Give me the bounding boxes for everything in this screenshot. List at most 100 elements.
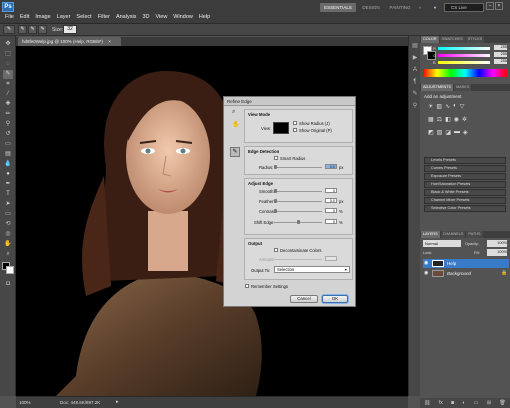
- zoom-icon[interactable]: ⌕: [232, 109, 235, 116]
- delete-layer-icon[interactable]: 🗑: [499, 398, 505, 408]
- gradient-map-icon[interactable]: ▬: [454, 129, 460, 136]
- layer-name-background[interactable]: Background: [447, 269, 471, 278]
- menu-view[interactable]: View: [155, 14, 167, 20]
- menu-window[interactable]: Window: [173, 14, 193, 20]
- layer-row-background[interactable]: ◉ Background 🔒: [423, 269, 509, 278]
- paragraph-panel-icon[interactable]: ¶: [411, 78, 419, 86]
- 3d-orbit-tool-icon[interactable]: ◎: [3, 230, 13, 239]
- character-panel-icon[interactable]: A: [411, 66, 419, 74]
- layer-style-icon[interactable]: fx: [439, 398, 443, 408]
- healing-brush-tool-icon[interactable]: ✚: [3, 100, 13, 109]
- red-slider[interactable]: [438, 47, 490, 50]
- curves-icon[interactable]: ∿: [445, 103, 450, 110]
- menu-select[interactable]: Select: [76, 14, 91, 20]
- amount-field[interactable]: [325, 256, 337, 261]
- black-white-icon[interactable]: ◧: [445, 116, 451, 123]
- new-group-icon[interactable]: ▭: [474, 398, 479, 408]
- menu-edit[interactable]: Edit: [20, 14, 29, 20]
- feather-slider-track[interactable]: [274, 201, 322, 202]
- contrast-slider-track[interactable]: [274, 211, 322, 212]
- shift-edge-slider-thumb[interactable]: [297, 220, 300, 224]
- menu-file[interactable]: File: [5, 14, 14, 20]
- crop-tool-icon[interactable]: ⌗: [3, 80, 13, 89]
- layer-row-help[interactable]: ◉ Help: [423, 259, 509, 268]
- tab-color[interactable]: COLOR: [421, 36, 439, 43]
- eraser-tool-icon[interactable]: ▭: [3, 140, 13, 149]
- clone-stamp-tool-icon[interactable]: ⚲: [3, 120, 13, 129]
- 3d-rotate-tool-icon[interactable]: ⟲: [3, 220, 13, 229]
- zoom-level[interactable]: 100%: [19, 400, 31, 405]
- brush-tool-icon[interactable]: ✏: [3, 110, 13, 119]
- close-window-icon[interactable]: ×: [495, 2, 503, 10]
- tab-paths[interactable]: PATHS: [466, 231, 483, 238]
- quick-selection-tool-icon[interactable]: ✎: [3, 70, 13, 79]
- tab-adjustments[interactable]: ADJUSTMENTS: [421, 84, 454, 91]
- ok-button[interactable]: OK: [322, 295, 348, 303]
- show-original-checkbox[interactable]: [293, 128, 297, 132]
- cs-live-icon[interactable]: ●: [428, 3, 442, 12]
- menu-3d[interactable]: 3D: [142, 14, 149, 20]
- close-tab-icon[interactable]: ×: [108, 39, 111, 44]
- menu-filter[interactable]: Filter: [98, 14, 110, 20]
- history-brush-tool-icon[interactable]: ↺: [3, 130, 13, 139]
- background-color-swatch[interactable]: [6, 266, 14, 274]
- preset-channel-mixer[interactable]: Channel Mixer Presets: [424, 197, 506, 204]
- workspace-painting-button[interactable]: PAINTING: [386, 3, 414, 12]
- radius-slider-thumb[interactable]: [274, 165, 277, 169]
- preset-selective-color[interactable]: Selective Color Presets: [424, 205, 506, 212]
- color-balance-icon[interactable]: ⚖: [437, 116, 442, 123]
- pen-tool-icon[interactable]: ✒: [3, 180, 13, 189]
- threshold-icon[interactable]: ◪: [445, 129, 451, 136]
- selective-color-icon[interactable]: ◈: [463, 129, 468, 136]
- workspace-design-button[interactable]: DESIGN: [358, 3, 384, 12]
- view-thumbnail-select[interactable]: [273, 122, 289, 134]
- tab-layers[interactable]: LAYERS: [421, 231, 440, 238]
- eyedropper-tool-icon[interactable]: ⁄: [3, 90, 13, 99]
- radius-field[interactable]: 0.0: [325, 164, 337, 169]
- menu-analysis[interactable]: Analysis: [116, 14, 136, 20]
- gradient-tool-icon[interactable]: ▤: [3, 150, 13, 159]
- marquee-tool-icon[interactable]: ⬚: [3, 50, 13, 59]
- menu-help[interactable]: Help: [199, 14, 210, 20]
- path-selection-tool-icon[interactable]: ➤: [3, 200, 13, 209]
- fill-field[interactable]: 100%: [487, 249, 507, 256]
- history-panel-icon[interactable]: ▤: [411, 42, 419, 50]
- zoom-tool-icon[interactable]: ⌕: [3, 250, 13, 259]
- invert-icon[interactable]: ◩: [428, 129, 434, 136]
- menu-layer[interactable]: Layer: [57, 14, 71, 20]
- workspace-essentials-button[interactable]: ESSENTIALS: [320, 3, 356, 12]
- blur-tool-icon[interactable]: 💧: [3, 160, 13, 169]
- tab-styles[interactable]: STYLES: [465, 36, 485, 43]
- link-layers-icon[interactable]: ⛓: [424, 398, 430, 408]
- shift-edge-field[interactable]: 0: [325, 219, 337, 224]
- photo-filter-icon[interactable]: ◉: [454, 116, 459, 123]
- quick-mask-icon[interactable]: ◘: [3, 280, 13, 289]
- remember-settings-checkbox[interactable]: [245, 284, 249, 288]
- lasso-tool-icon[interactable]: ◌: [3, 60, 13, 69]
- tab-swatches[interactable]: SWATCHES: [439, 36, 465, 43]
- posterize-icon[interactable]: ▧: [437, 129, 443, 136]
- red-value[interactable]: 255: [494, 45, 507, 50]
- blue-value[interactable]: 255: [494, 59, 507, 64]
- visibility-eye-icon[interactable]: ◉: [424, 269, 428, 278]
- green-slider[interactable]: [438, 54, 490, 57]
- clone-source-panel-icon[interactable]: ⚲: [411, 102, 419, 110]
- visibility-eye-icon[interactable]: ◉: [424, 259, 428, 268]
- hand-icon[interactable]: ✋: [232, 121, 239, 128]
- actions-panel-icon[interactable]: ▶: [411, 54, 419, 62]
- new-adjustment-icon[interactable]: ◐: [462, 398, 465, 408]
- hand-tool-icon[interactable]: ✋: [3, 240, 13, 249]
- blue-slider[interactable]: [438, 61, 490, 64]
- quick-select-new-icon[interactable]: ✎: [18, 25, 27, 34]
- exposure-icon[interactable]: ◐: [453, 103, 457, 110]
- brush-panel-icon[interactable]: ✎: [411, 90, 419, 98]
- shape-tool-icon[interactable]: ▭: [3, 210, 13, 219]
- quick-select-add-icon[interactable]: ✎: [28, 25, 37, 34]
- preset-hue-saturation[interactable]: Hue/Saturation Presets: [424, 181, 506, 188]
- preset-exposure[interactable]: Exposure Presets: [424, 173, 506, 180]
- contrast-field[interactable]: 0: [325, 208, 337, 213]
- channel-mixer-icon[interactable]: ✲: [462, 116, 467, 123]
- tool-preset-picker[interactable]: ✎: [3, 25, 15, 34]
- tab-masks[interactable]: MASKS: [454, 84, 472, 91]
- decontaminate-checkbox[interactable]: [274, 248, 278, 252]
